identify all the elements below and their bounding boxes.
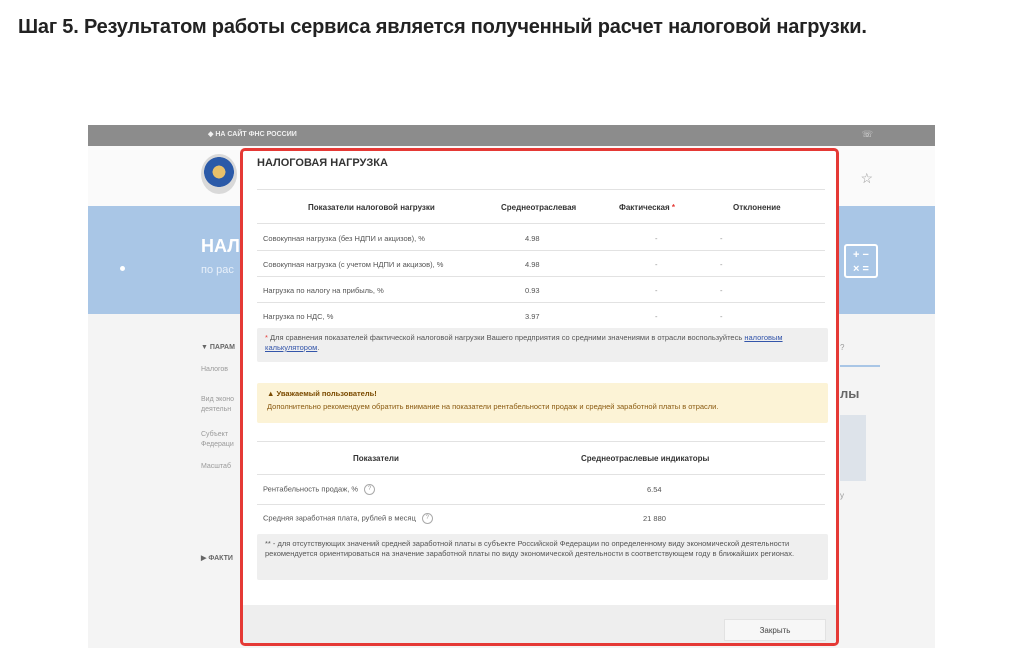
row-label: Совокупная нагрузка (с учетом НДПИ и акц… [263,260,444,269]
modal-footer: Закрыть [243,605,836,643]
param-region-label-2: Федераци [201,441,234,448]
banner-subtitle: по рас [201,264,234,276]
row-average: 4.98 [525,234,540,243]
col-header-average: Среднеотраслевая [501,203,577,212]
help-icon[interactable]: ? [364,484,376,495]
param-region-label: Субъект [201,431,229,438]
fns-emblem-logo [201,154,237,194]
params-header[interactable]: ▼ ПАРАМ [201,344,235,351]
divider [257,189,825,190]
row-actual: - [655,260,658,269]
divider [257,276,825,277]
row-label: Нагрузка по налогу на прибыль, % [263,286,384,295]
divider [257,302,825,303]
note-text: Для сравнения показателей фактической на… [267,333,745,342]
divider [257,250,825,251]
right-panel-image [840,415,866,481]
salary-note: ** - для отсутствующих значений средней … [257,534,828,580]
param-activity-label-2: деятельн [201,406,232,413]
banner-title: НАЛ [201,236,240,256]
help-icon[interactable]: ? [421,513,433,524]
right-panel-text: у [840,491,844,500]
row-label: Совокупная нагрузка (без НДПИ и акцизов)… [263,234,425,243]
back-to-fns-link[interactable]: ◆ НА САЙТ ФНС РОССИИ [208,130,297,138]
row-label-salary: Средняя заработная плата, рублей в месяц… [263,513,433,524]
row-deviation: - [720,260,723,269]
row-deviation: - [720,286,723,295]
row-actual: - [655,312,658,321]
warning-icon: ▲ [267,389,275,398]
step-title: Шаг 5. Результатом работы сервиса являет… [18,16,867,38]
row-actual: - [655,234,658,243]
col-header-deviation: Отклонение [733,203,781,212]
site-topbar: ◆ НА САЙТ ФНС РОССИИ ☏ [88,125,935,146]
row-value-salary: 21 880 [643,514,666,523]
divider [257,441,825,442]
param-scale-label: Масштаб [201,463,231,470]
col-header-actual: Фактическая * [619,203,676,212]
fact-header[interactable]: ▶ ФАКТИ [201,554,233,562]
calculator-icon: + − × = [844,244,878,278]
right-tab-underline [840,365,880,367]
close-button[interactable]: Закрыть [724,619,826,641]
user-warning: ▲ Уважаемый пользователь! Дополнительно … [257,383,828,423]
param-activity-label: Вид эконо [201,396,234,403]
row-deviation: - [720,312,723,321]
favorite-star-icon[interactable]: ☆ [860,170,873,187]
banner-dot-icon [120,266,125,271]
row-average: 4.98 [525,260,540,269]
row-average: 3.97 [525,312,540,321]
row-actual: - [655,286,658,295]
row-value-profitability: 6.54 [647,485,662,494]
col-header-indicators: Показатели [353,454,399,463]
divider [257,474,825,475]
right-panel-heading: лы [840,386,860,401]
col-header-indicator: Показатели налоговой нагрузки [308,203,435,212]
row-label: Нагрузка по НДС, % [263,312,334,321]
row-label-profitability: Рентабельность продаж, %? [263,484,376,495]
calculator-note: * Для сравнения показателей фактической … [257,328,828,362]
tax-burden-modal: НАЛОГОВАЯ НАГРУЗКА Показатели налоговой … [240,148,839,646]
warning-body: Дополнительно рекомендуем обратить внима… [267,402,719,411]
param-tax-label: Налогов [201,366,229,373]
divider [257,223,825,224]
note-end: . [317,343,320,352]
row-average: 0.93 [525,286,540,295]
row-deviation: - [720,234,723,243]
col-header-industry-indicators: Среднеотраслевые индикаторы [581,454,710,463]
modal-title: НАЛОГОВАЯ НАГРУЗКА [257,157,388,169]
help-question-icon[interactable]: ? [840,343,844,352]
phone-icon: ☏ [861,129,873,139]
divider [257,504,825,505]
warning-title: ▲ Уважаемый пользователь! [267,389,377,398]
